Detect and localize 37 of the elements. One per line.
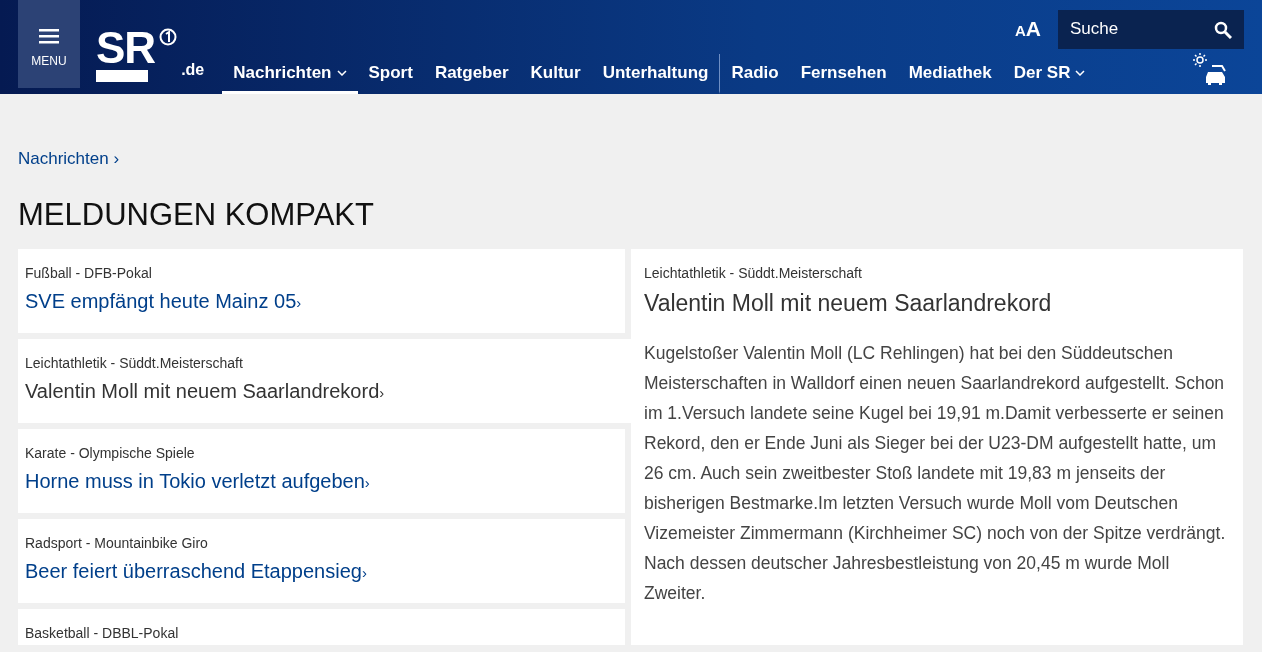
topic-label: Karate - Olympische Spiele xyxy=(25,443,196,463)
search-icon xyxy=(1214,20,1232,39)
topic-label: Radsport - Mountainbike Giro xyxy=(25,533,209,553)
menu-icon xyxy=(39,28,59,44)
topic-label: Basketball - DBBL-Pokal xyxy=(25,623,180,643)
nav-link[interactable]: Der SR xyxy=(1002,54,1097,94)
topic-label: Leichtathletik - Süddt.Meisterschaft xyxy=(25,353,244,373)
nav-link[interactable]: Fernsehen xyxy=(789,54,898,94)
news-card[interactable]: Radsport - Mountainbike Giro Beer feiert überraschend Etappensieg› xyxy=(18,518,625,603)
headline-link[interactable]: Horne muss in Tokio verletzt aufgeben› xyxy=(25,465,618,496)
news-card[interactable]: Leichtathletik - Süddt.Meisterschaft Valentin Moll mit neuem Saarlandrekord› xyxy=(18,338,631,423)
caret-icon xyxy=(1075,69,1086,76)
breadcrumb-link[interactable]: Nachrichten › xyxy=(18,149,120,168)
nav-link[interactable]: Radio xyxy=(720,54,790,94)
font-size-button[interactable]: AA xyxy=(1014,12,1042,46)
nav-link[interactable]: Unterhaltung xyxy=(591,54,721,94)
topic-label: Fußball - DFB-Pokal xyxy=(25,263,153,283)
caret-icon xyxy=(336,69,347,76)
nav-link[interactable]: Sport xyxy=(357,54,424,94)
search-field[interactable]: Suche xyxy=(1058,9,1244,49)
nav-link[interactable]: Kultur xyxy=(519,54,592,94)
topic-label: Leichtathletik - Süddt.Meisterschaft xyxy=(644,263,863,283)
news-card[interactable]: Karate - Olympische Spiele Horne muss in Tokio verletzt aufgeben› xyxy=(18,428,625,513)
nav-link[interactable]: Ratgeber xyxy=(423,54,520,94)
nav-link[interactable]: Nachrichten xyxy=(222,54,358,94)
nav-link[interactable]: Mediathek xyxy=(897,54,1003,94)
menu-button[interactable]: MENU xyxy=(18,0,80,88)
site-logo[interactable]: SR .de xyxy=(96,24,205,82)
article-title: Valentin Moll mit neuem Saarlandrekord xyxy=(644,288,1053,318)
news-card[interactable]: Basketball - DBBL-Pokal xyxy=(18,608,625,645)
headline-link[interactable]: SVE empfängt heute Mainz 05› xyxy=(25,285,618,316)
news-card[interactable]: Fußball - DFB-Pokal SVE empfängt heute Mainz 05› xyxy=(18,248,625,333)
headline-link[interactable]: Beer feiert überraschend Etappensieg› xyxy=(25,555,618,586)
page-heading: MELDUNGEN KOMPAKT xyxy=(18,195,375,233)
article-text: Kugelstoßer Valentin Moll (LC Rehlingen) hat bei den Süddeutschen Meisterschaften in Walldorf einen neuen Saarlandrekord aufgestellt. Schon im 1.Versuch landete seine Kugel bei 19,91 m.Damit verbesserte er seinen Rekord, den er Ende Juni als Sieger bei der U23-DM aufgestellt hatte, um 26 cm. Auch sein zweitbester Stoß landete mit 19,83 m jenseits der bisherigen Bestmarke.Im letzten Versuch wurde Moll vom Deutschen Vizemeister Zimmermann (Kirchheimer SC) noch von der Spitze verdrängt. Nach dessen deutscher Jahresbestleistung von 20,45 m wurde Moll Zweiter. xyxy=(644,342,1227,606)
traffic-weather-icon[interactable] xyxy=(1192,52,1228,86)
headline-link[interactable]: Valentin Moll mit neuem Saarlandrekord› xyxy=(25,375,624,406)
